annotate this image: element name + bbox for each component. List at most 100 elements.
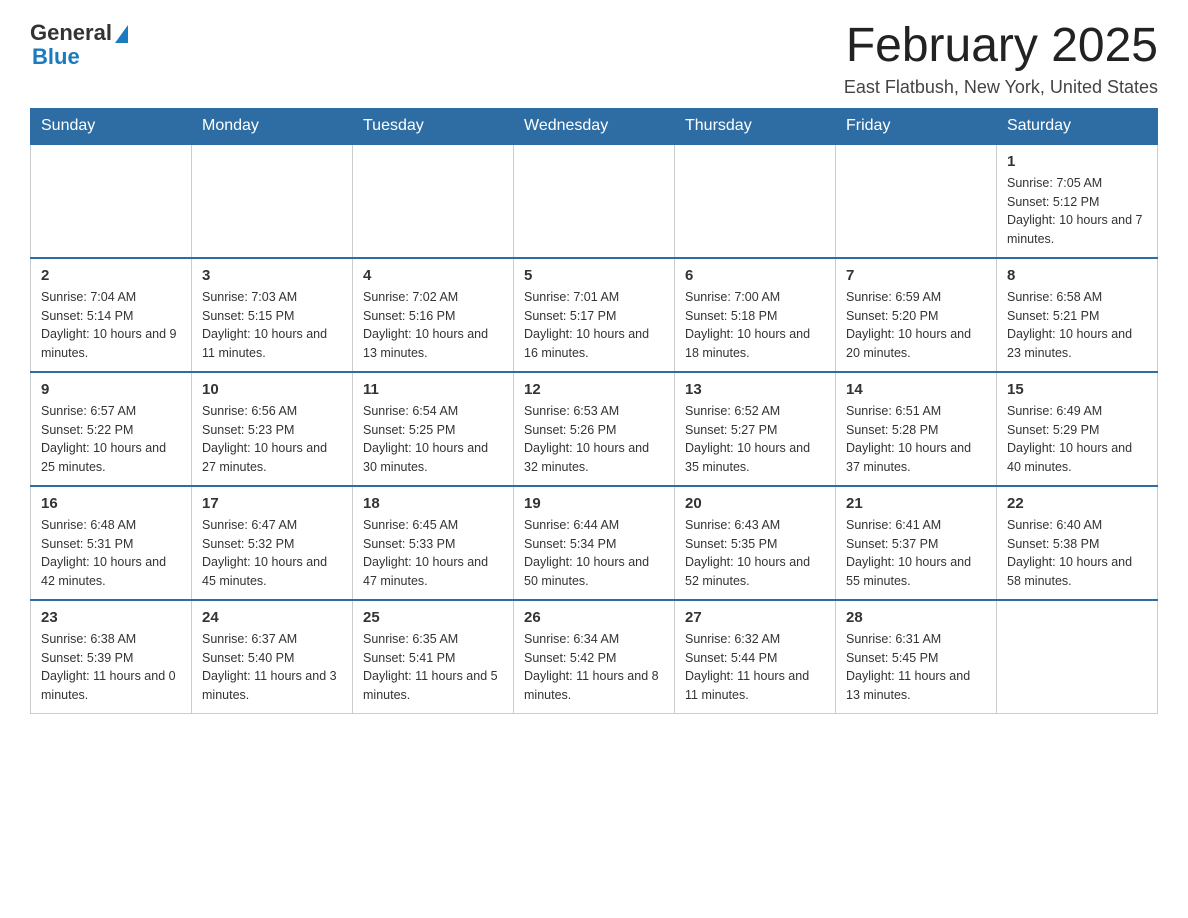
day-info: Sunrise: 6:54 AMSunset: 5:25 PMDaylight:…	[363, 402, 503, 477]
day-info: Sunrise: 6:58 AMSunset: 5:21 PMDaylight:…	[1007, 288, 1147, 363]
calendar-table: Sunday Monday Tuesday Wednesday Thursday…	[30, 108, 1158, 714]
logo-triangle-icon	[115, 25, 128, 43]
day-number: 27	[685, 609, 825, 626]
title-area: February 2025 East Flatbush, New York, U…	[844, 20, 1158, 98]
day-number: 9	[41, 381, 181, 398]
day-number: 21	[846, 495, 986, 512]
day-info: Sunrise: 6:37 AMSunset: 5:40 PMDaylight:…	[202, 630, 342, 705]
day-number: 22	[1007, 495, 1147, 512]
day-number: 26	[524, 609, 664, 626]
table-row: 1Sunrise: 7:05 AMSunset: 5:12 PMDaylight…	[997, 144, 1158, 258]
day-number: 14	[846, 381, 986, 398]
table-row: 26 Sunrise: 6:34 AMSunset: 5:42 PMDayligh…	[514, 600, 675, 714]
day-number: 23	[41, 609, 181, 626]
table-row: 10Sunrise: 6:56 AMSunset: 5:23 PMDayligh…	[192, 372, 353, 486]
day-info: Sunrise: 6:57 AMSunset: 5:22 PMDaylight:…	[41, 402, 181, 477]
table-row: 28 Sunrise: 6:31 AMSunset: 5:45 PMDayligh…	[836, 600, 997, 714]
day-number: 28	[846, 609, 986, 626]
table-row: 19Sunrise: 6:44 AMSunset: 5:34 PMDayligh…	[514, 486, 675, 600]
day-info: Sunrise: 6:53 AMSunset: 5:26 PMDaylight:…	[524, 402, 664, 477]
col-thursday: Thursday	[675, 108, 836, 144]
table-row: 22 Sunrise: 6:40 AMSunset: 5:38 PMDayligh…	[997, 486, 1158, 600]
day-number: 1	[1007, 153, 1147, 170]
week-row-1: 1Sunrise: 7:05 AMSunset: 5:12 PMDaylight…	[31, 144, 1158, 258]
week-row-2: 2 Sunrise: 7:04 AMSunset: 5:14 PMDaylight…	[31, 258, 1158, 372]
day-number: 4	[363, 267, 503, 284]
day-info: Sunrise: 6:52 AMSunset: 5:27 PMDaylight:…	[685, 402, 825, 477]
table-row: 11 Sunrise: 6:54 AMSunset: 5:25 PMDayligh…	[353, 372, 514, 486]
logo-general-text: General	[30, 20, 112, 46]
day-number: 13	[685, 381, 825, 398]
day-info: Sunrise: 6:41 AMSunset: 5:37 PMDaylight:…	[846, 516, 986, 591]
day-info: Sunrise: 7:00 AMSunset: 5:18 PMDaylight:…	[685, 288, 825, 363]
table-row	[997, 600, 1158, 714]
day-info: Sunrise: 7:02 AMSunset: 5:16 PMDaylight:…	[363, 288, 503, 363]
table-row: 27 Sunrise: 6:32 AMSunset: 5:44 PMDayligh…	[675, 600, 836, 714]
table-row: 23 Sunrise: 6:38 AMSunset: 5:39 PMDayligh…	[31, 600, 192, 714]
day-info: Sunrise: 7:01 AMSunset: 5:17 PMDaylight:…	[524, 288, 664, 363]
day-info: Sunrise: 6:47 AMSunset: 5:32 PMDaylight:…	[202, 516, 342, 591]
logo: General Blue	[30, 20, 128, 70]
table-row: 8 Sunrise: 6:58 AMSunset: 5:21 PMDaylight…	[997, 258, 1158, 372]
calendar-header-row: Sunday Monday Tuesday Wednesday Thursday…	[31, 108, 1158, 144]
day-number: 7	[846, 267, 986, 284]
location-subtitle: East Flatbush, New York, United States	[844, 77, 1158, 98]
day-number: 5	[524, 267, 664, 284]
table-row	[675, 144, 836, 258]
day-info: Sunrise: 6:49 AMSunset: 5:29 PMDaylight:…	[1007, 402, 1147, 477]
table-row	[836, 144, 997, 258]
table-row: 18Sunrise: 6:45 AMSunset: 5:33 PMDayligh…	[353, 486, 514, 600]
day-number: 3	[202, 267, 342, 284]
day-number: 17	[202, 495, 342, 512]
table-row: 20 Sunrise: 6:43 AMSunset: 5:35 PMDayligh…	[675, 486, 836, 600]
day-number: 16	[41, 495, 181, 512]
day-number: 11	[363, 381, 503, 398]
table-row: 7 Sunrise: 6:59 AMSunset: 5:20 PMDaylight…	[836, 258, 997, 372]
col-wednesday: Wednesday	[514, 108, 675, 144]
day-number: 25	[363, 609, 503, 626]
table-row: 12Sunrise: 6:53 AMSunset: 5:26 PMDayligh…	[514, 372, 675, 486]
table-row: 14 Sunrise: 6:51 AMSunset: 5:28 PMDayligh…	[836, 372, 997, 486]
week-row-5: 23 Sunrise: 6:38 AMSunset: 5:39 PMDayligh…	[31, 600, 1158, 714]
week-row-3: 9 Sunrise: 6:57 AMSunset: 5:22 PMDaylight…	[31, 372, 1158, 486]
day-info: Sunrise: 6:32 AMSunset: 5:44 PMDaylight:…	[685, 630, 825, 705]
table-row: 21 Sunrise: 6:41 AMSunset: 5:37 PMDayligh…	[836, 486, 997, 600]
week-row-4: 16 Sunrise: 6:48 AMSunset: 5:31 PMDayligh…	[31, 486, 1158, 600]
table-row: 9 Sunrise: 6:57 AMSunset: 5:22 PMDaylight…	[31, 372, 192, 486]
table-row: 25 Sunrise: 6:35 AMSunset: 5:41 PMDayligh…	[353, 600, 514, 714]
day-number: 18	[363, 495, 503, 512]
month-title: February 2025	[844, 20, 1158, 73]
day-info: Sunrise: 6:31 AMSunset: 5:45 PMDaylight:…	[846, 630, 986, 705]
day-info: Sunrise: 7:03 AMSunset: 5:15 PMDaylight:…	[202, 288, 342, 363]
day-number: 20	[685, 495, 825, 512]
day-info: Sunrise: 6:38 AMSunset: 5:39 PMDaylight:…	[41, 630, 181, 705]
table-row: 6 Sunrise: 7:00 AMSunset: 5:18 PMDaylight…	[675, 258, 836, 372]
table-row: 24Sunrise: 6:37 AMSunset: 5:40 PMDayligh…	[192, 600, 353, 714]
day-number: 6	[685, 267, 825, 284]
day-info: Sunrise: 6:51 AMSunset: 5:28 PMDaylight:…	[846, 402, 986, 477]
day-info: Sunrise: 6:34 AMSunset: 5:42 PMDaylight:…	[524, 630, 664, 705]
table-row: 2 Sunrise: 7:04 AMSunset: 5:14 PMDaylight…	[31, 258, 192, 372]
table-row	[31, 144, 192, 258]
table-row	[192, 144, 353, 258]
col-monday: Monday	[192, 108, 353, 144]
col-friday: Friday	[836, 108, 997, 144]
col-saturday: Saturday	[997, 108, 1158, 144]
day-info: Sunrise: 7:04 AMSunset: 5:14 PMDaylight:…	[41, 288, 181, 363]
table-row: 5 Sunrise: 7:01 AMSunset: 5:17 PMDaylight…	[514, 258, 675, 372]
col-sunday: Sunday	[31, 108, 192, 144]
day-number: 10	[202, 381, 342, 398]
table-row	[514, 144, 675, 258]
header: General Blue February 2025 East Flatbush…	[30, 20, 1158, 98]
col-tuesday: Tuesday	[353, 108, 514, 144]
day-number: 2	[41, 267, 181, 284]
table-row: 3 Sunrise: 7:03 AMSunset: 5:15 PMDaylight…	[192, 258, 353, 372]
table-row: 4 Sunrise: 7:02 AMSunset: 5:16 PMDaylight…	[353, 258, 514, 372]
day-info: Sunrise: 6:40 AMSunset: 5:38 PMDaylight:…	[1007, 516, 1147, 591]
day-info: Sunrise: 6:48 AMSunset: 5:31 PMDaylight:…	[41, 516, 181, 591]
day-info: Sunrise: 6:44 AMSunset: 5:34 PMDaylight:…	[524, 516, 664, 591]
day-info: Sunrise: 6:59 AMSunset: 5:20 PMDaylight:…	[846, 288, 986, 363]
day-info: Sunrise: 6:35 AMSunset: 5:41 PMDaylight:…	[363, 630, 503, 705]
day-info: Sunrise: 6:43 AMSunset: 5:35 PMDaylight:…	[685, 516, 825, 591]
day-number: 8	[1007, 267, 1147, 284]
